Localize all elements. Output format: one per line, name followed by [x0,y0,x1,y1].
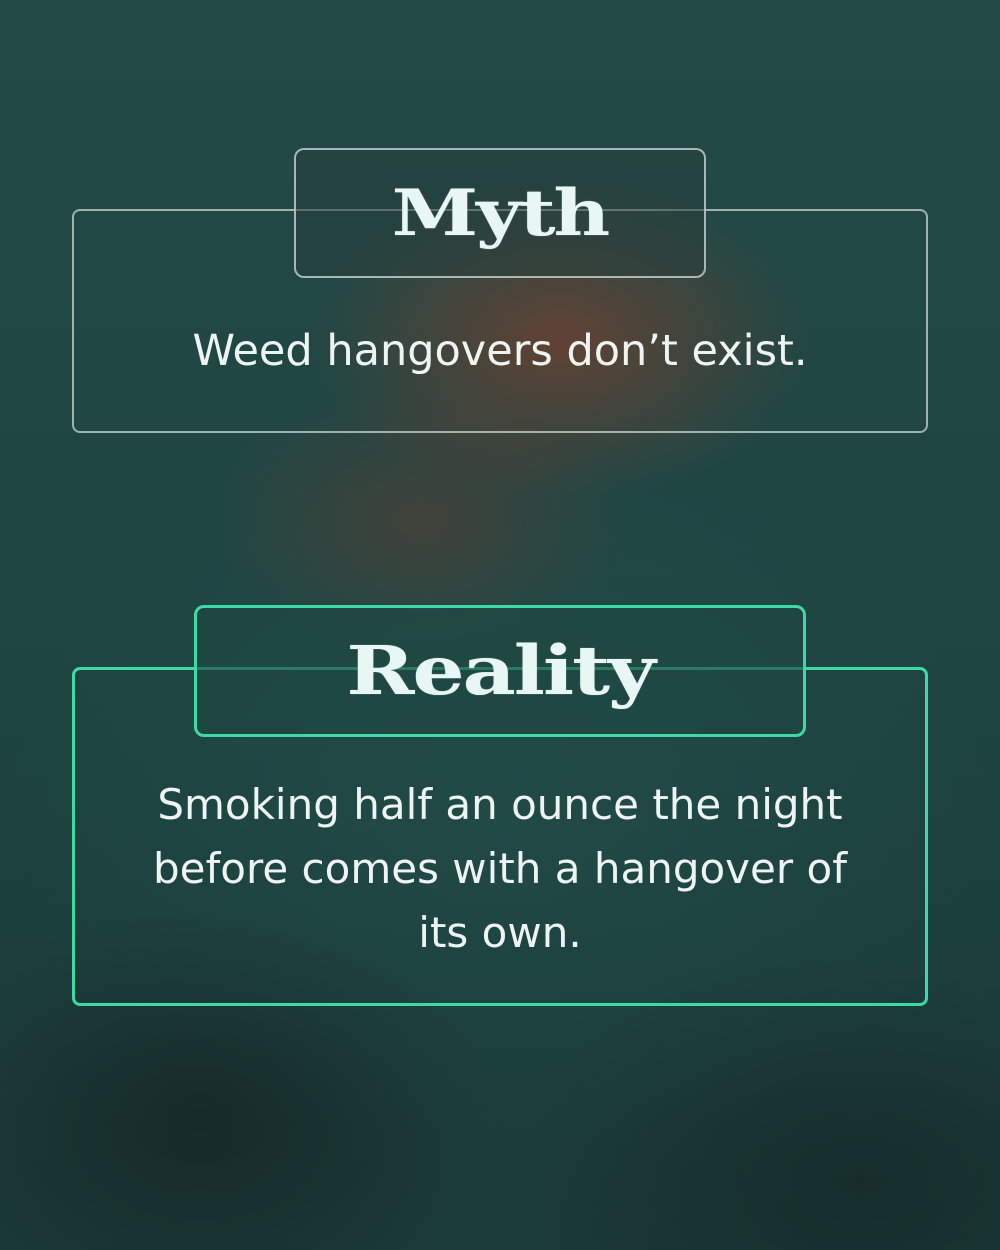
myth-reality-card: Myth Weed hangovers don’t exist. Reality… [0,0,1000,1250]
reality-heading: Reality [346,631,655,711]
myth-heading-tag: Myth [294,148,706,278]
reality-heading-tag: Reality [194,605,806,737]
reality-statement: Smoking half an ounce the night before c… [153,780,847,957]
myth-heading: Myth [391,175,610,251]
myth-statement: Weed hangovers don’t exist. [192,326,808,376]
